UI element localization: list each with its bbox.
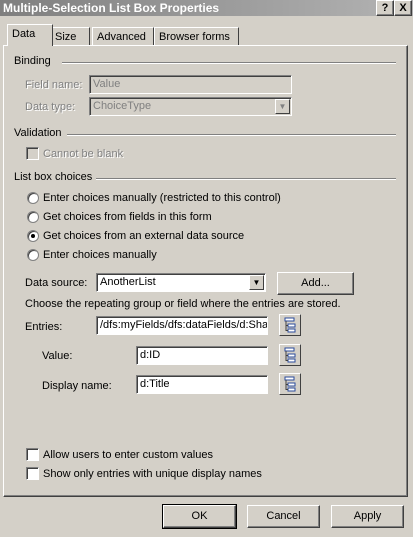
cannot-be-blank-checkbox — [26, 147, 39, 160]
data-source-value: AnotherList — [100, 276, 156, 288]
unique-names-checkbox[interactable] — [26, 467, 39, 480]
apply-button[interactable]: Apply — [331, 505, 404, 528]
help-icon: ? — [381, 2, 389, 14]
tab-data-label: Data — [12, 28, 36, 40]
repeat-note: Choose the repeating group or field wher… — [25, 298, 341, 310]
field-name-input: Value — [89, 75, 292, 94]
value-label: Value: — [42, 350, 73, 362]
help-button[interactable]: ? — [376, 0, 394, 16]
tab-data[interactable]: Data — [7, 24, 53, 46]
entries-xpath-button[interactable] — [279, 314, 301, 336]
radio-external-source-label: Get choices from an external data source — [43, 230, 245, 242]
data-type-select: ChoiceType ▼ — [89, 97, 292, 116]
radio-fields-in-form[interactable] — [27, 211, 39, 223]
tab-advanced[interactable]: Advanced — [92, 27, 154, 46]
cancel-button-label: Cancel — [266, 510, 301, 522]
title-bar: Multiple-Selection List Box Properties ?… — [0, 0, 413, 16]
data-type-value: ChoiceType — [93, 100, 152, 112]
display-name-xpath-button[interactable] — [279, 373, 301, 395]
binding-divider — [62, 62, 396, 64]
value-value: d:ID — [140, 349, 161, 361]
add-button[interactable]: Add... — [277, 272, 354, 295]
allow-custom-values-label: Allow users to enter custom values — [43, 449, 213, 461]
data-source-select[interactable]: AnotherList ▼ — [96, 273, 266, 292]
field-name-label: Field name: — [25, 79, 83, 91]
radio-manual-restricted-label: Enter choices manually (restricted to th… — [43, 192, 281, 204]
display-name-input[interactable]: d:Title — [136, 375, 268, 394]
tree-icon — [284, 347, 296, 363]
chevron-down-icon[interactable]: ▼ — [249, 275, 264, 290]
unique-names-label: Show only entries with unique display na… — [43, 468, 262, 480]
apply-button-label: Apply — [353, 510, 382, 522]
radio-external-source[interactable] — [27, 230, 39, 242]
data-type-label: Data type: — [25, 101, 76, 113]
field-name-value: Value — [93, 78, 121, 90]
tab-advanced-label: Advanced — [97, 31, 146, 43]
binding-heading: Binding — [14, 55, 51, 67]
display-name-label: Display name: — [42, 380, 112, 392]
close-icon: X — [399, 2, 407, 14]
window-title: Multiple-Selection List Box Properties — [3, 1, 220, 15]
cannot-be-blank-label: Cannot be blank — [43, 148, 124, 160]
display-name-value: d:Title — [140, 378, 170, 390]
add-button-label: Add... — [301, 277, 330, 289]
radio-selected-dot — [31, 234, 35, 238]
allow-custom-values-checkbox[interactable] — [26, 448, 39, 461]
validation-heading: Validation — [14, 127, 62, 139]
validation-divider — [67, 134, 396, 136]
list-box-heading: List box choices — [14, 171, 93, 183]
tab-browser-forms-label: Browser forms — [159, 31, 230, 43]
radio-manual-restricted[interactable] — [27, 192, 39, 204]
ok-button-label: OK — [191, 510, 208, 522]
list-box-divider — [96, 178, 396, 180]
entries-value: /dfs:myFields/dfs:dataFields/d:SharedLis… — [100, 319, 268, 331]
tree-icon — [284, 376, 296, 392]
cancel-button[interactable]: Cancel — [247, 505, 320, 528]
entries-input[interactable]: /dfs:myFields/dfs:dataFields/d:SharedLis… — [96, 316, 268, 335]
chevron-down-icon: ▼ — [275, 99, 290, 114]
tab-size[interactable]: Size — [50, 27, 90, 46]
radio-manual-label: Enter choices manually — [43, 249, 157, 261]
value-input[interactable]: d:ID — [136, 346, 268, 365]
entries-label: Entries: — [25, 321, 63, 333]
value-xpath-button[interactable] — [279, 344, 301, 366]
ok-button[interactable]: OK — [162, 504, 237, 529]
close-button[interactable]: X — [394, 0, 412, 16]
tab-size-label: Size — [55, 31, 77, 43]
radio-fields-in-form-label: Get choices from fields in this form — [43, 211, 212, 223]
tree-icon — [284, 317, 296, 333]
data-source-label: Data source: — [25, 277, 88, 289]
tab-browser-forms[interactable]: Browser forms — [154, 27, 239, 46]
radio-manual[interactable] — [27, 249, 39, 261]
